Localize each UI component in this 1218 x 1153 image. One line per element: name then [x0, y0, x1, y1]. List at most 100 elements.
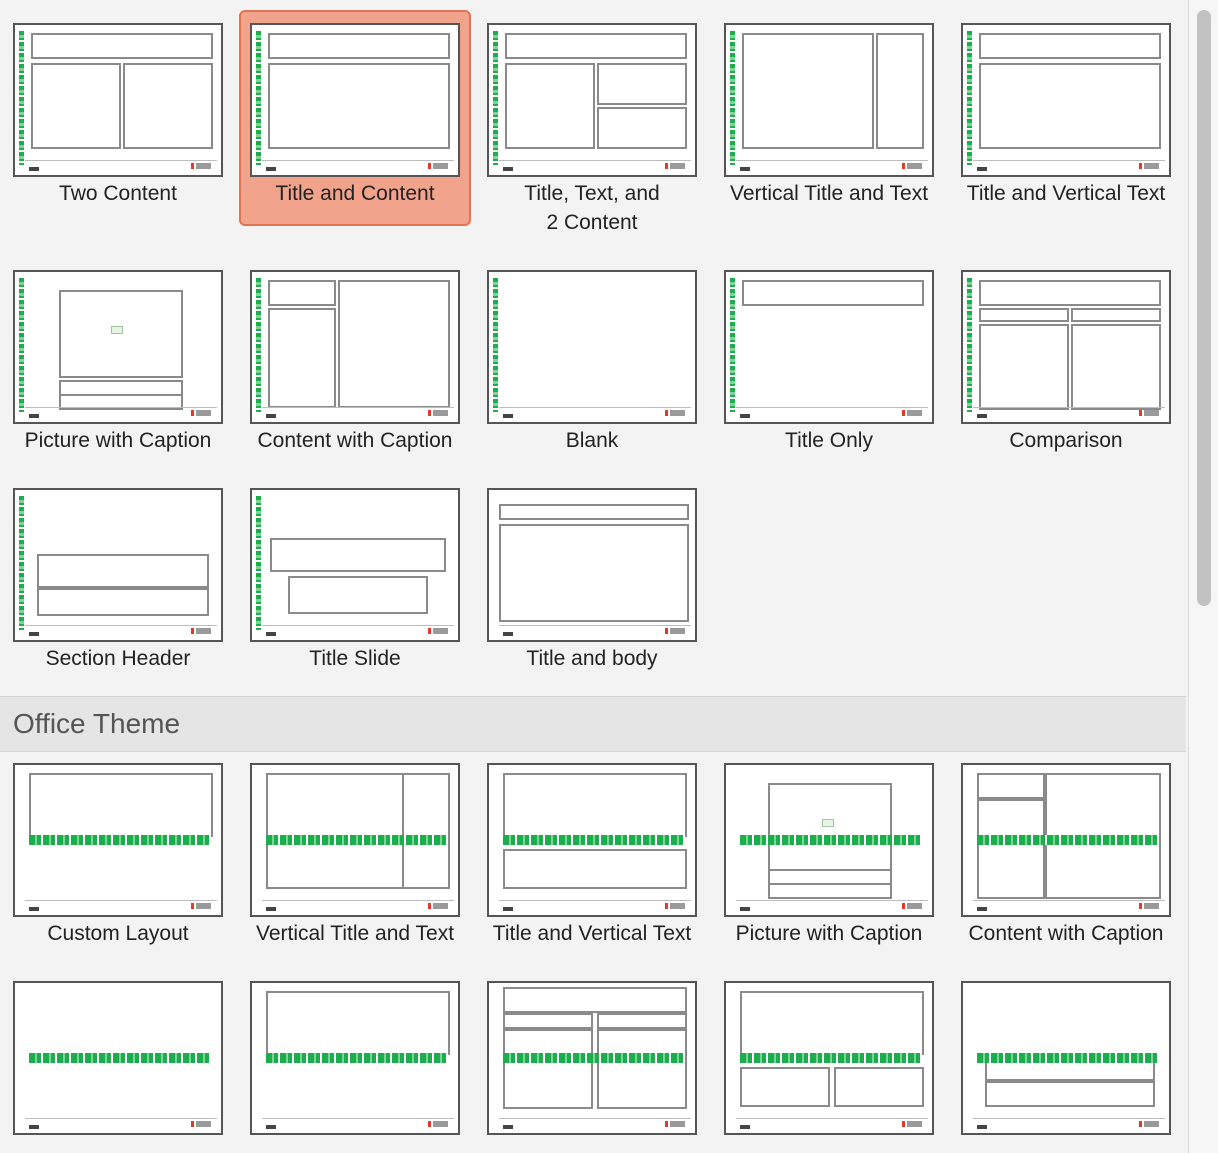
layout-option-title-and-vertical-text[interactable]: Title and Vertical Text	[474, 740, 710, 960]
layout-option-blank[interactable]: Blank	[474, 247, 710, 467]
layout-option-title-only[interactable]: Title Only	[711, 247, 947, 467]
green-pattern-strip	[967, 31, 972, 165]
footer-line	[262, 900, 454, 901]
placeholder-box	[288, 576, 428, 614]
slide-number-mark	[29, 632, 39, 636]
layout-thumbnail	[724, 270, 934, 424]
footer-line	[973, 160, 1165, 161]
brand-logo-icon	[665, 1121, 685, 1127]
placeholder-box	[499, 504, 689, 520]
placeholder-box	[37, 554, 209, 588]
placeholder-box	[768, 783, 892, 883]
slide-number-mark	[29, 907, 39, 911]
brand-logo-icon	[1139, 163, 1159, 169]
placeholder-box	[977, 773, 1045, 799]
footer-line	[499, 625, 691, 626]
scrollbar-thumb[interactable]	[1197, 10, 1211, 606]
placeholder-box	[742, 33, 874, 149]
footer-line	[499, 160, 691, 161]
green-pattern-strip	[503, 835, 685, 845]
slide-number-mark	[266, 1125, 276, 1129]
green-pattern-strip	[29, 835, 211, 845]
layout-label: Title and Vertical Text	[492, 922, 692, 945]
layout-option-section-header[interactable]: Section Header	[0, 465, 236, 685]
layout-option-title-and-content[interactable]: Title and Content	[237, 0, 473, 226]
layout-label: Content with Caption	[968, 922, 1164, 945]
layout-option-untitled[interactable]	[711, 958, 947, 1153]
brand-logo-icon	[191, 410, 211, 416]
layout-label: Picture with Caption	[735, 922, 923, 945]
layout-option-comparison[interactable]: Comparison	[948, 247, 1184, 467]
brand-logo-icon	[428, 163, 448, 169]
layout-option-two-content[interactable]: Two Content	[0, 0, 236, 220]
placeholder-box	[505, 63, 595, 149]
layout-option-picture-with-caption[interactable]: Picture with Caption	[0, 247, 236, 467]
brand-logo-icon	[191, 628, 211, 634]
placeholder-box	[979, 63, 1161, 149]
layout-thumbnail	[13, 763, 223, 917]
placeholder-box	[268, 33, 450, 59]
layout-thumbnail	[250, 763, 460, 917]
layout-label: Picture with Caption	[24, 429, 212, 452]
scrollbar[interactable]	[1188, 0, 1218, 1153]
layout-option-title-slide[interactable]: Title Slide	[237, 465, 473, 685]
footer-line	[973, 900, 1165, 901]
placeholder-box	[499, 524, 689, 622]
brand-logo-icon	[428, 1121, 448, 1127]
footer-line	[262, 407, 454, 408]
layout-label: Title and Content	[275, 182, 435, 205]
layout-option-content-with-caption[interactable]: Content with Caption	[948, 740, 1184, 960]
placeholder-box	[268, 280, 336, 306]
layout-label: Two Content	[59, 182, 177, 205]
layout-option-title-and-body[interactable]: Title and body	[474, 465, 710, 685]
layout-option-title-and-vertical-text[interactable]: Title and Vertical Text	[948, 0, 1184, 220]
placeholder-box	[977, 799, 1045, 899]
layout-option-custom-layout[interactable]: Custom Layout	[0, 740, 236, 960]
footer-line	[736, 407, 928, 408]
green-pattern-strip	[19, 496, 24, 630]
slide-number-mark	[266, 167, 276, 171]
slide-number-mark	[977, 414, 987, 418]
slide-number-mark	[503, 414, 513, 418]
layout-option-picture-with-caption[interactable]: Picture with Caption	[711, 740, 947, 960]
placeholder-box	[1071, 324, 1161, 410]
layout-thumbnail	[487, 763, 697, 917]
layout-option-content-with-caption[interactable]: Content with Caption	[237, 247, 473, 467]
layout-option-untitled[interactable]	[474, 958, 710, 1153]
layout-thumbnail	[487, 488, 697, 642]
placeholder-box	[29, 773, 213, 837]
layout-label: Vertical Title and Text	[729, 182, 929, 205]
slide-number-mark	[266, 907, 276, 911]
layout-option-title-text-and-2-content[interactable]: Title, Text, and 2 Content	[474, 0, 710, 234]
placeholder-box	[503, 987, 687, 1013]
layout-thumbnail	[250, 488, 460, 642]
layout-thumbnail	[487, 270, 697, 424]
brand-logo-icon	[665, 410, 685, 416]
green-pattern-strip	[977, 1053, 1159, 1063]
slide-number-mark	[740, 907, 750, 911]
slide-number-mark	[740, 414, 750, 418]
layout-option-untitled[interactable]	[237, 958, 473, 1153]
footer-line	[25, 160, 217, 161]
slide-number-mark	[29, 167, 39, 171]
brand-logo-icon	[1139, 1121, 1159, 1127]
layout-thumbnail	[961, 23, 1171, 177]
green-pattern-strip	[730, 31, 735, 165]
placeholder-box	[597, 107, 687, 149]
layout-option-untitled[interactable]	[0, 958, 236, 1153]
placeholder-box	[597, 1013, 687, 1029]
placeholder-box	[597, 1029, 687, 1109]
layout-option-vertical-title-and-text[interactable]: Vertical Title and Text	[711, 0, 947, 220]
layout-option-untitled[interactable]	[948, 958, 1184, 1153]
placeholder-box	[503, 1029, 593, 1109]
layout-option-vertical-title-and-text[interactable]: Vertical Title and Text	[237, 740, 473, 960]
placeholder-box	[505, 33, 687, 59]
slide-number-mark	[29, 414, 39, 418]
green-pattern-strip	[740, 1053, 922, 1063]
placeholder-box	[503, 773, 687, 837]
layout-thumbnail	[487, 981, 697, 1135]
slide-number-mark	[740, 167, 750, 171]
brand-logo-icon	[902, 1121, 922, 1127]
footer-line	[499, 1118, 691, 1119]
slide-number-mark	[266, 632, 276, 636]
